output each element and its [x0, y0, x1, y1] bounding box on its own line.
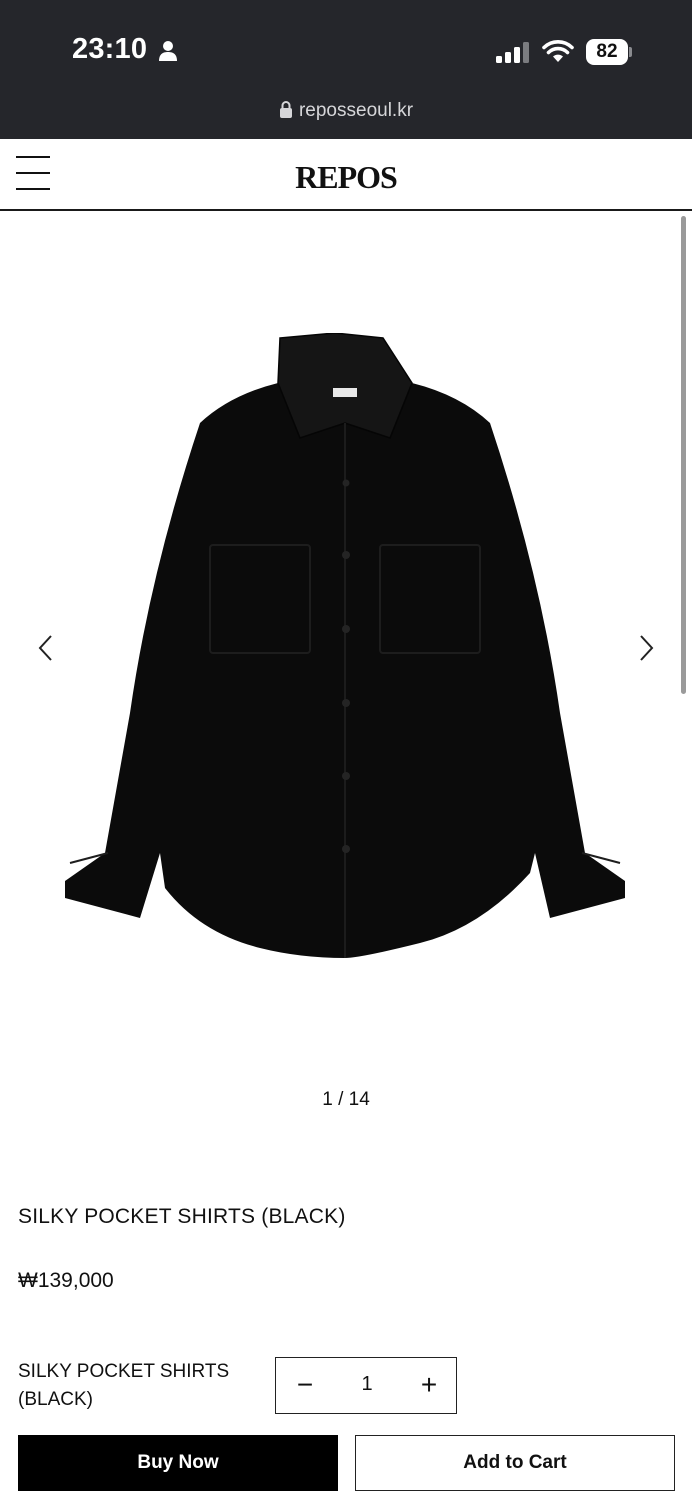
product-price: ₩139,000: [18, 1269, 114, 1292]
cellular-signal-icon: [496, 42, 529, 63]
product-title: SILKY POCKET SHIRTS (BLACK): [18, 1205, 346, 1228]
person-icon: [159, 41, 177, 61]
previous-image-arrow-icon[interactable]: [34, 633, 58, 663]
battery-level: 82: [586, 39, 628, 65]
quantity-value[interactable]: 1: [340, 1373, 394, 1396]
address-bar[interactable]: reposseoul.kr: [0, 100, 692, 122]
buy-now-button[interactable]: Buy Now: [18, 1435, 338, 1491]
battery-indicator: 82: [586, 39, 632, 65]
add-to-cart-button[interactable]: Add to Cart: [355, 1435, 675, 1491]
image-counter: 1 / 14: [322, 1089, 370, 1110]
status-time: 23:10: [72, 33, 148, 65]
status-and-url-bar: 23:10 82 reposseoul.kr: [0, 0, 692, 139]
product-image[interactable]: [60, 333, 630, 963]
product-image-gallery: 1 / 14: [0, 213, 692, 1123]
site-header: REPOS: [0, 139, 692, 211]
lock-icon: [279, 101, 292, 118]
site-logo[interactable]: REPOS: [0, 159, 692, 196]
wifi-icon: [542, 40, 574, 62]
quantity-decrease-button[interactable]: −: [288, 1371, 322, 1401]
url-text: reposseoul.kr: [298, 100, 414, 121]
quantity-increase-button[interactable]: +: [412, 1371, 446, 1401]
next-image-arrow-icon[interactable]: [634, 633, 658, 663]
battery-tip: [629, 47, 632, 57]
quantity-stepper: − 1 +: [275, 1357, 457, 1414]
selected-option-name: SILKY POCKET SHIRTS (BLACK): [18, 1361, 230, 1410]
